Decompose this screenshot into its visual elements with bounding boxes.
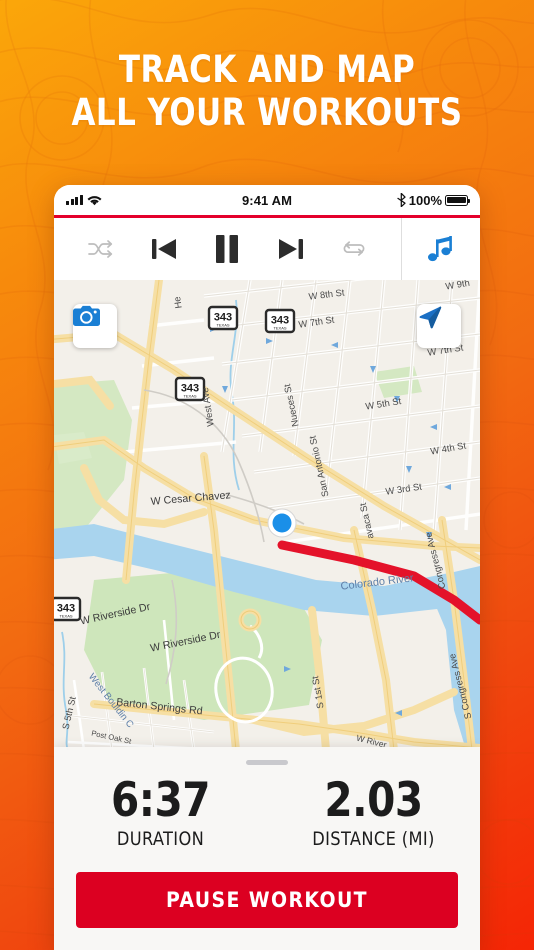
status-bar: 9:41 AM 100%	[54, 185, 480, 215]
map-canvas: 343 TEXAS 343 TEXAS 343 TEXAS 343 TEXAS …	[54, 280, 480, 750]
workout-stats-panel: 6:37 DURATION 2.03 DISTANCE (MI) PAUSE W…	[54, 747, 480, 950]
battery-percent-label: 100%	[408, 192, 442, 208]
next-track-icon	[279, 239, 304, 259]
duration-value: 6:37	[110, 773, 211, 828]
status-bar-right: 100%	[397, 192, 471, 208]
music-note-icon	[428, 236, 452, 262]
svg-text:TEXAS: TEXAS	[216, 323, 229, 328]
screenshot-root: TRACK AND MAP ALL YOUR WORKOUTS 9:41 AM …	[0, 0, 534, 950]
map-label: He	[171, 296, 184, 309]
pause-icon	[216, 235, 239, 263]
shuffle-button[interactable]	[87, 239, 115, 259]
stat-distance: 2.03 DISTANCE (MI)	[267, 773, 480, 851]
duration-label: DURATION	[116, 828, 205, 850]
music-library-button[interactable]	[401, 218, 480, 280]
headline-line-1: TRACK AND MAP	[118, 48, 416, 91]
stat-duration: 6:37 DURATION	[54, 773, 267, 851]
svg-text:TEXAS: TEXAS	[59, 614, 72, 619]
page-title: TRACK AND MAP ALL YOUR WORKOUTS	[0, 48, 534, 134]
distance-value: 2.03	[324, 773, 423, 828]
repeat-button[interactable]	[340, 239, 368, 259]
camera-button[interactable]	[73, 304, 117, 348]
stats-row: 6:37 DURATION 2.03 DISTANCE (MI)	[54, 773, 480, 851]
shuffle-icon	[88, 240, 113, 258]
distance-label: DISTANCE (MI)	[312, 828, 435, 850]
pause-workout-button[interactable]: PAUSE WORKOUT	[76, 872, 458, 928]
battery-full-icon	[445, 194, 471, 206]
current-location-marker	[267, 508, 297, 538]
previous-track-icon	[151, 239, 176, 259]
bluetooth-icon	[397, 193, 406, 207]
media-transport-controls	[54, 233, 401, 265]
next-track-button[interactable]	[276, 236, 306, 262]
headline-line-2: ALL YOUR WORKOUTS	[71, 91, 463, 134]
camera-icon	[73, 305, 100, 326]
svg-text:TEXAS: TEXAS	[273, 326, 286, 331]
media-control-bar	[54, 218, 480, 280]
previous-track-button[interactable]	[149, 236, 179, 262]
drag-handle[interactable]	[246, 760, 288, 765]
navigation-arrow-icon	[419, 306, 442, 329]
locate-me-button[interactable]	[417, 304, 461, 348]
phone-mockup: 9:41 AM 100% 343 TEXAS 343 TEXAS 343 TEX…	[54, 185, 480, 950]
pause-button[interactable]	[212, 233, 242, 265]
map-view[interactable]: 343 TEXAS 343 TEXAS 343 TEXAS 343 TEXAS …	[54, 280, 480, 750]
repeat-icon	[343, 241, 365, 256]
svg-text:TEXAS: TEXAS	[183, 394, 196, 399]
